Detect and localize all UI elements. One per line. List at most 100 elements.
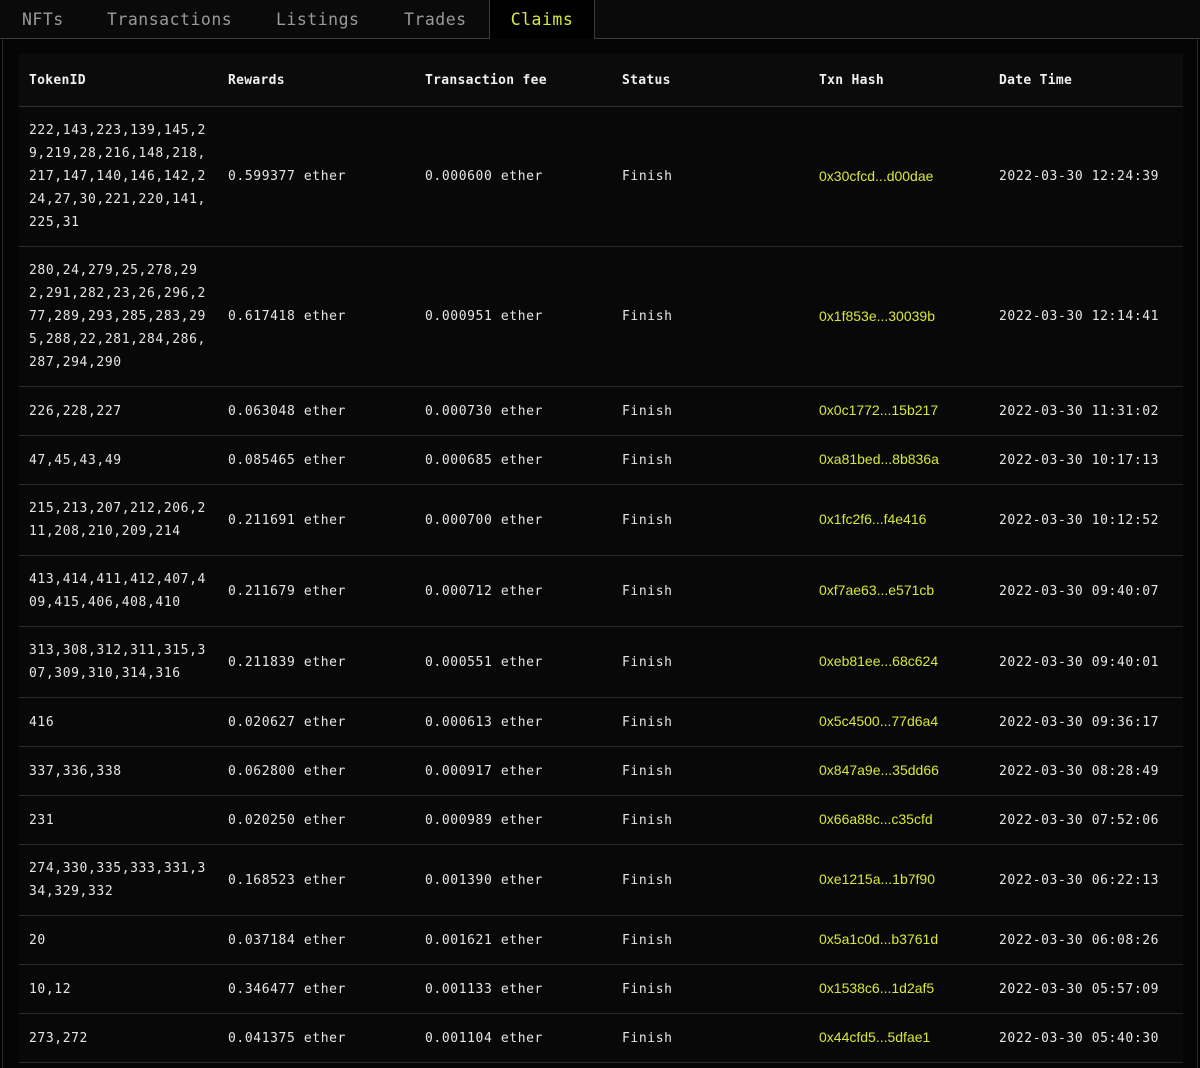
cell-token-ids: 416 bbox=[19, 697, 218, 747]
cell-txn-hash: 0x66a88c...c35cfd bbox=[809, 795, 989, 845]
cell-status: Finish bbox=[612, 915, 809, 965]
cell-token-ids: 20 bbox=[19, 915, 218, 965]
cell-transaction-fee: 0.000917 ether bbox=[415, 746, 612, 796]
cell-txn-hash: 0x30cfcd...d00dae bbox=[809, 106, 989, 247]
txn-hash-link[interactable]: 0x1f853e...30039b bbox=[819, 308, 935, 324]
tab-bar: NFTs Transactions Listings Trades Claims bbox=[0, 0, 1200, 40]
cell-transaction-fee: 0.000685 ether bbox=[415, 435, 612, 485]
claims-table-container: TokenID Rewards Transaction fee Status T… bbox=[19, 54, 1183, 1063]
txn-hash-link[interactable]: 0x1fc2f6...f4e416 bbox=[819, 511, 926, 527]
tab-claims[interactable]: Claims bbox=[489, 0, 595, 40]
cell-txn-hash: 0xf7ae63...e571cb bbox=[809, 555, 989, 627]
cell-date-time: 2022-03-30 11:31:02 bbox=[989, 386, 1183, 436]
cell-rewards: 0.020250 ether bbox=[218, 795, 415, 845]
cell-rewards: 0.211691 ether bbox=[218, 484, 415, 556]
table-row: 20 0.037184 ether 0.001621 ether Finish 0x5a… bbox=[19, 915, 1183, 965]
cell-date-time: 2022-03-30 12:14:41 bbox=[989, 246, 1183, 387]
cell-token-ids: 47,45,43,49 bbox=[19, 435, 218, 485]
cell-rewards: 0.020627 ether bbox=[218, 697, 415, 747]
cell-transaction-fee: 0.001390 ether bbox=[415, 844, 612, 916]
cell-date-time: 2022-03-30 09:36:17 bbox=[989, 697, 1183, 747]
cell-txn-hash: 0x5a1c0d...b3761d bbox=[809, 915, 989, 965]
cell-date-time: 2022-03-30 09:40:01 bbox=[989, 626, 1183, 698]
txn-hash-link[interactable]: 0x66a88c...c35cfd bbox=[819, 811, 933, 827]
cell-status: Finish bbox=[612, 844, 809, 916]
cell-date-time: 2022-03-30 08:28:49 bbox=[989, 746, 1183, 796]
txn-hash-link[interactable]: 0xeb81ee...68c624 bbox=[819, 653, 938, 669]
txn-hash-link[interactable]: 0x30cfcd...d00dae bbox=[819, 168, 933, 184]
claims-table: TokenID Rewards Transaction fee Status T… bbox=[19, 54, 1183, 1063]
cell-rewards: 0.599377 ether bbox=[218, 106, 415, 247]
cell-rewards: 0.085465 ether bbox=[218, 435, 415, 485]
table-row: 231 0.020250 ether 0.000989 ether Finish 0x6… bbox=[19, 795, 1183, 845]
table-header-row: TokenID Rewards Transaction fee Status T… bbox=[19, 54, 1183, 107]
cell-status: Finish bbox=[612, 626, 809, 698]
cell-date-time: 2022-03-30 10:12:52 bbox=[989, 484, 1183, 556]
column-header-rewards[interactable]: Rewards bbox=[218, 54, 415, 107]
txn-hash-link[interactable]: 0xe1215a...1b7f90 bbox=[819, 871, 935, 887]
cell-status: Finish bbox=[612, 386, 809, 436]
table-row: 416 0.020627 ether 0.000613 ether Finish 0x5… bbox=[19, 697, 1183, 747]
cell-status: Finish bbox=[612, 484, 809, 556]
cell-rewards: 0.211679 ether bbox=[218, 555, 415, 627]
table-row: 222,143,223,139,145,29,219,28,216,148,21… bbox=[19, 106, 1183, 247]
cell-txn-hash: 0xeb81ee...68c624 bbox=[809, 626, 989, 698]
cell-rewards: 0.041375 ether bbox=[218, 1013, 415, 1063]
table-row: 226,228,227 0.063048 ether 0.000730 ether F… bbox=[19, 386, 1183, 436]
cell-token-ids: 337,336,338 bbox=[19, 746, 218, 796]
txn-hash-link[interactable]: 0x5c4500...77d6a4 bbox=[819, 713, 938, 729]
cell-date-time: 2022-03-30 06:08:26 bbox=[989, 915, 1183, 965]
cell-status: Finish bbox=[612, 435, 809, 485]
table-row: 10,12 0.346477 ether 0.001133 ether Finish 0… bbox=[19, 964, 1183, 1014]
cell-status: Finish bbox=[612, 555, 809, 627]
table-row: 280,24,279,25,278,292,291,282,23,26,296,… bbox=[19, 246, 1183, 387]
cell-txn-hash: 0x5c4500...77d6a4 bbox=[809, 697, 989, 747]
cell-rewards: 0.168523 ether bbox=[218, 844, 415, 916]
cell-token-ids: 222,143,223,139,145,29,219,28,216,148,21… bbox=[19, 106, 218, 247]
txn-hash-link[interactable]: 0xa81bed...8b836a bbox=[819, 451, 939, 467]
column-header-transaction-fee[interactable]: Transaction fee bbox=[415, 54, 612, 107]
txn-hash-link[interactable]: 0xf7ae63...e571cb bbox=[819, 582, 934, 598]
cell-token-ids: 313,308,312,311,315,307,309,310,314,316 bbox=[19, 626, 218, 698]
column-header-txn-hash[interactable]: Txn Hash bbox=[809, 54, 989, 107]
cell-token-ids: 226,228,227 bbox=[19, 386, 218, 436]
cell-txn-hash: 0x0c1772...15b217 bbox=[809, 386, 989, 436]
cell-transaction-fee: 0.000712 ether bbox=[415, 555, 612, 627]
tab-nfts[interactable]: NFTs bbox=[22, 0, 64, 39]
cell-date-time: 2022-03-30 10:17:13 bbox=[989, 435, 1183, 485]
cell-rewards: 0.211839 ether bbox=[218, 626, 415, 698]
txn-hash-link[interactable]: 0x847a9e...35dd66 bbox=[819, 762, 939, 778]
cell-token-ids: 413,414,411,412,407,409,415,406,408,410 bbox=[19, 555, 218, 627]
txn-hash-link[interactable]: 0x5a1c0d...b3761d bbox=[819, 931, 938, 947]
cell-txn-hash: 0xa81bed...8b836a bbox=[809, 435, 989, 485]
cell-txn-hash: 0x44cfd5...5dfae1 bbox=[809, 1013, 989, 1063]
column-header-date-time[interactable]: Date Time bbox=[989, 54, 1183, 107]
cell-status: Finish bbox=[612, 746, 809, 796]
cell-token-ids: 273,272 bbox=[19, 1013, 218, 1063]
cell-status: Finish bbox=[612, 795, 809, 845]
cell-token-ids: 10,12 bbox=[19, 964, 218, 1014]
column-header-token-id[interactable]: TokenID bbox=[19, 54, 218, 107]
cell-rewards: 0.062800 ether bbox=[218, 746, 415, 796]
cell-transaction-fee: 0.000730 ether bbox=[415, 386, 612, 436]
cell-txn-hash: 0xe1215a...1b7f90 bbox=[809, 844, 989, 916]
cell-txn-hash: 0x1538c6...1d2af5 bbox=[809, 964, 989, 1014]
cell-date-time: 2022-03-30 05:40:30 bbox=[989, 1013, 1183, 1063]
tab-transactions[interactable]: Transactions bbox=[107, 0, 232, 39]
claims-panel: TokenID Rewards Transaction fee Status T… bbox=[2, 39, 1198, 1068]
cell-token-ids: 274,330,335,333,331,334,329,332 bbox=[19, 844, 218, 916]
tab-listings[interactable]: Listings bbox=[276, 0, 359, 39]
table-row: 47,45,43,49 0.085465 ether 0.000685 ether F… bbox=[19, 435, 1183, 485]
cell-date-time: 2022-03-30 06:22:13 bbox=[989, 844, 1183, 916]
table-row: 313,308,312,311,315,307,309,310,314,316 0… bbox=[19, 626, 1183, 698]
txn-hash-link[interactable]: 0x44cfd5...5dfae1 bbox=[819, 1029, 930, 1045]
column-header-status[interactable]: Status bbox=[612, 54, 809, 107]
txn-hash-link[interactable]: 0x0c1772...15b217 bbox=[819, 402, 938, 418]
cell-token-ids: 280,24,279,25,278,292,291,282,23,26,296,… bbox=[19, 246, 218, 387]
claims-table-body: 222,143,223,139,145,29,219,28,216,148,21… bbox=[19, 106, 1183, 1063]
cell-transaction-fee: 0.000951 ether bbox=[415, 246, 612, 387]
cell-transaction-fee: 0.001104 ether bbox=[415, 1013, 612, 1063]
cell-date-time: 2022-03-30 07:52:06 bbox=[989, 795, 1183, 845]
tab-trades[interactable]: Trades bbox=[404, 0, 467, 39]
txn-hash-link[interactable]: 0x1538c6...1d2af5 bbox=[819, 980, 934, 996]
